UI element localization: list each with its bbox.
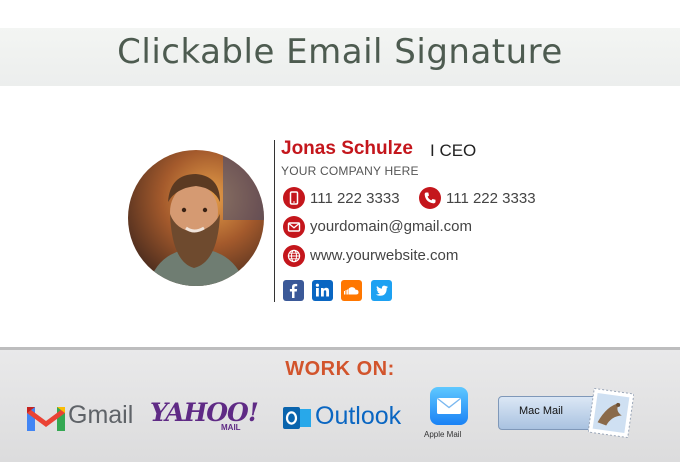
gmail-label: Gmail [68, 401, 134, 429]
page-title: Clickable Email Signature [117, 32, 563, 72]
mobile-number-link[interactable]: 111 222 3333 [310, 190, 400, 207]
twitter-icon[interactable] [371, 280, 392, 301]
profile-photo [128, 150, 264, 286]
company-name: YOUR COMPANY HERE [281, 164, 419, 178]
facebook-icon[interactable] [283, 280, 304, 301]
phone-number-link[interactable]: 111 222 3333 [446, 190, 536, 207]
email-link[interactable]: yourdomain@gmail.com [310, 218, 472, 235]
apple-mail-icon [430, 387, 468, 425]
soundcloud-icon[interactable] [341, 280, 362, 301]
work-on-heading: WORK ON: [285, 358, 395, 380]
phone-icon [419, 187, 441, 209]
mac-mail-stamp-icon [588, 388, 634, 438]
signature-divider [274, 140, 275, 302]
mobile-icon [283, 187, 305, 209]
signature-name: Jonas Schulze [281, 138, 413, 159]
mac-mail-label: Mac Mail [519, 405, 564, 417]
header-banner: Clickable Email Signature [0, 28, 680, 86]
yahoo-mail-label: MAIL [221, 423, 241, 432]
apple-mail-label: Apple Mail [424, 430, 462, 439]
email-icon [283, 216, 305, 238]
yahoo-logo: YAHOO! [150, 398, 259, 427]
gmail-logo-icon [27, 407, 65, 431]
linkedin-icon[interactable] [312, 280, 333, 301]
outlook-label: Outlook [315, 402, 402, 430]
signature-role: I CEO [430, 141, 477, 160]
outlook-logo-icon [283, 407, 311, 429]
website-link[interactable]: www.yourwebsite.com [310, 247, 458, 264]
globe-icon [283, 245, 305, 267]
